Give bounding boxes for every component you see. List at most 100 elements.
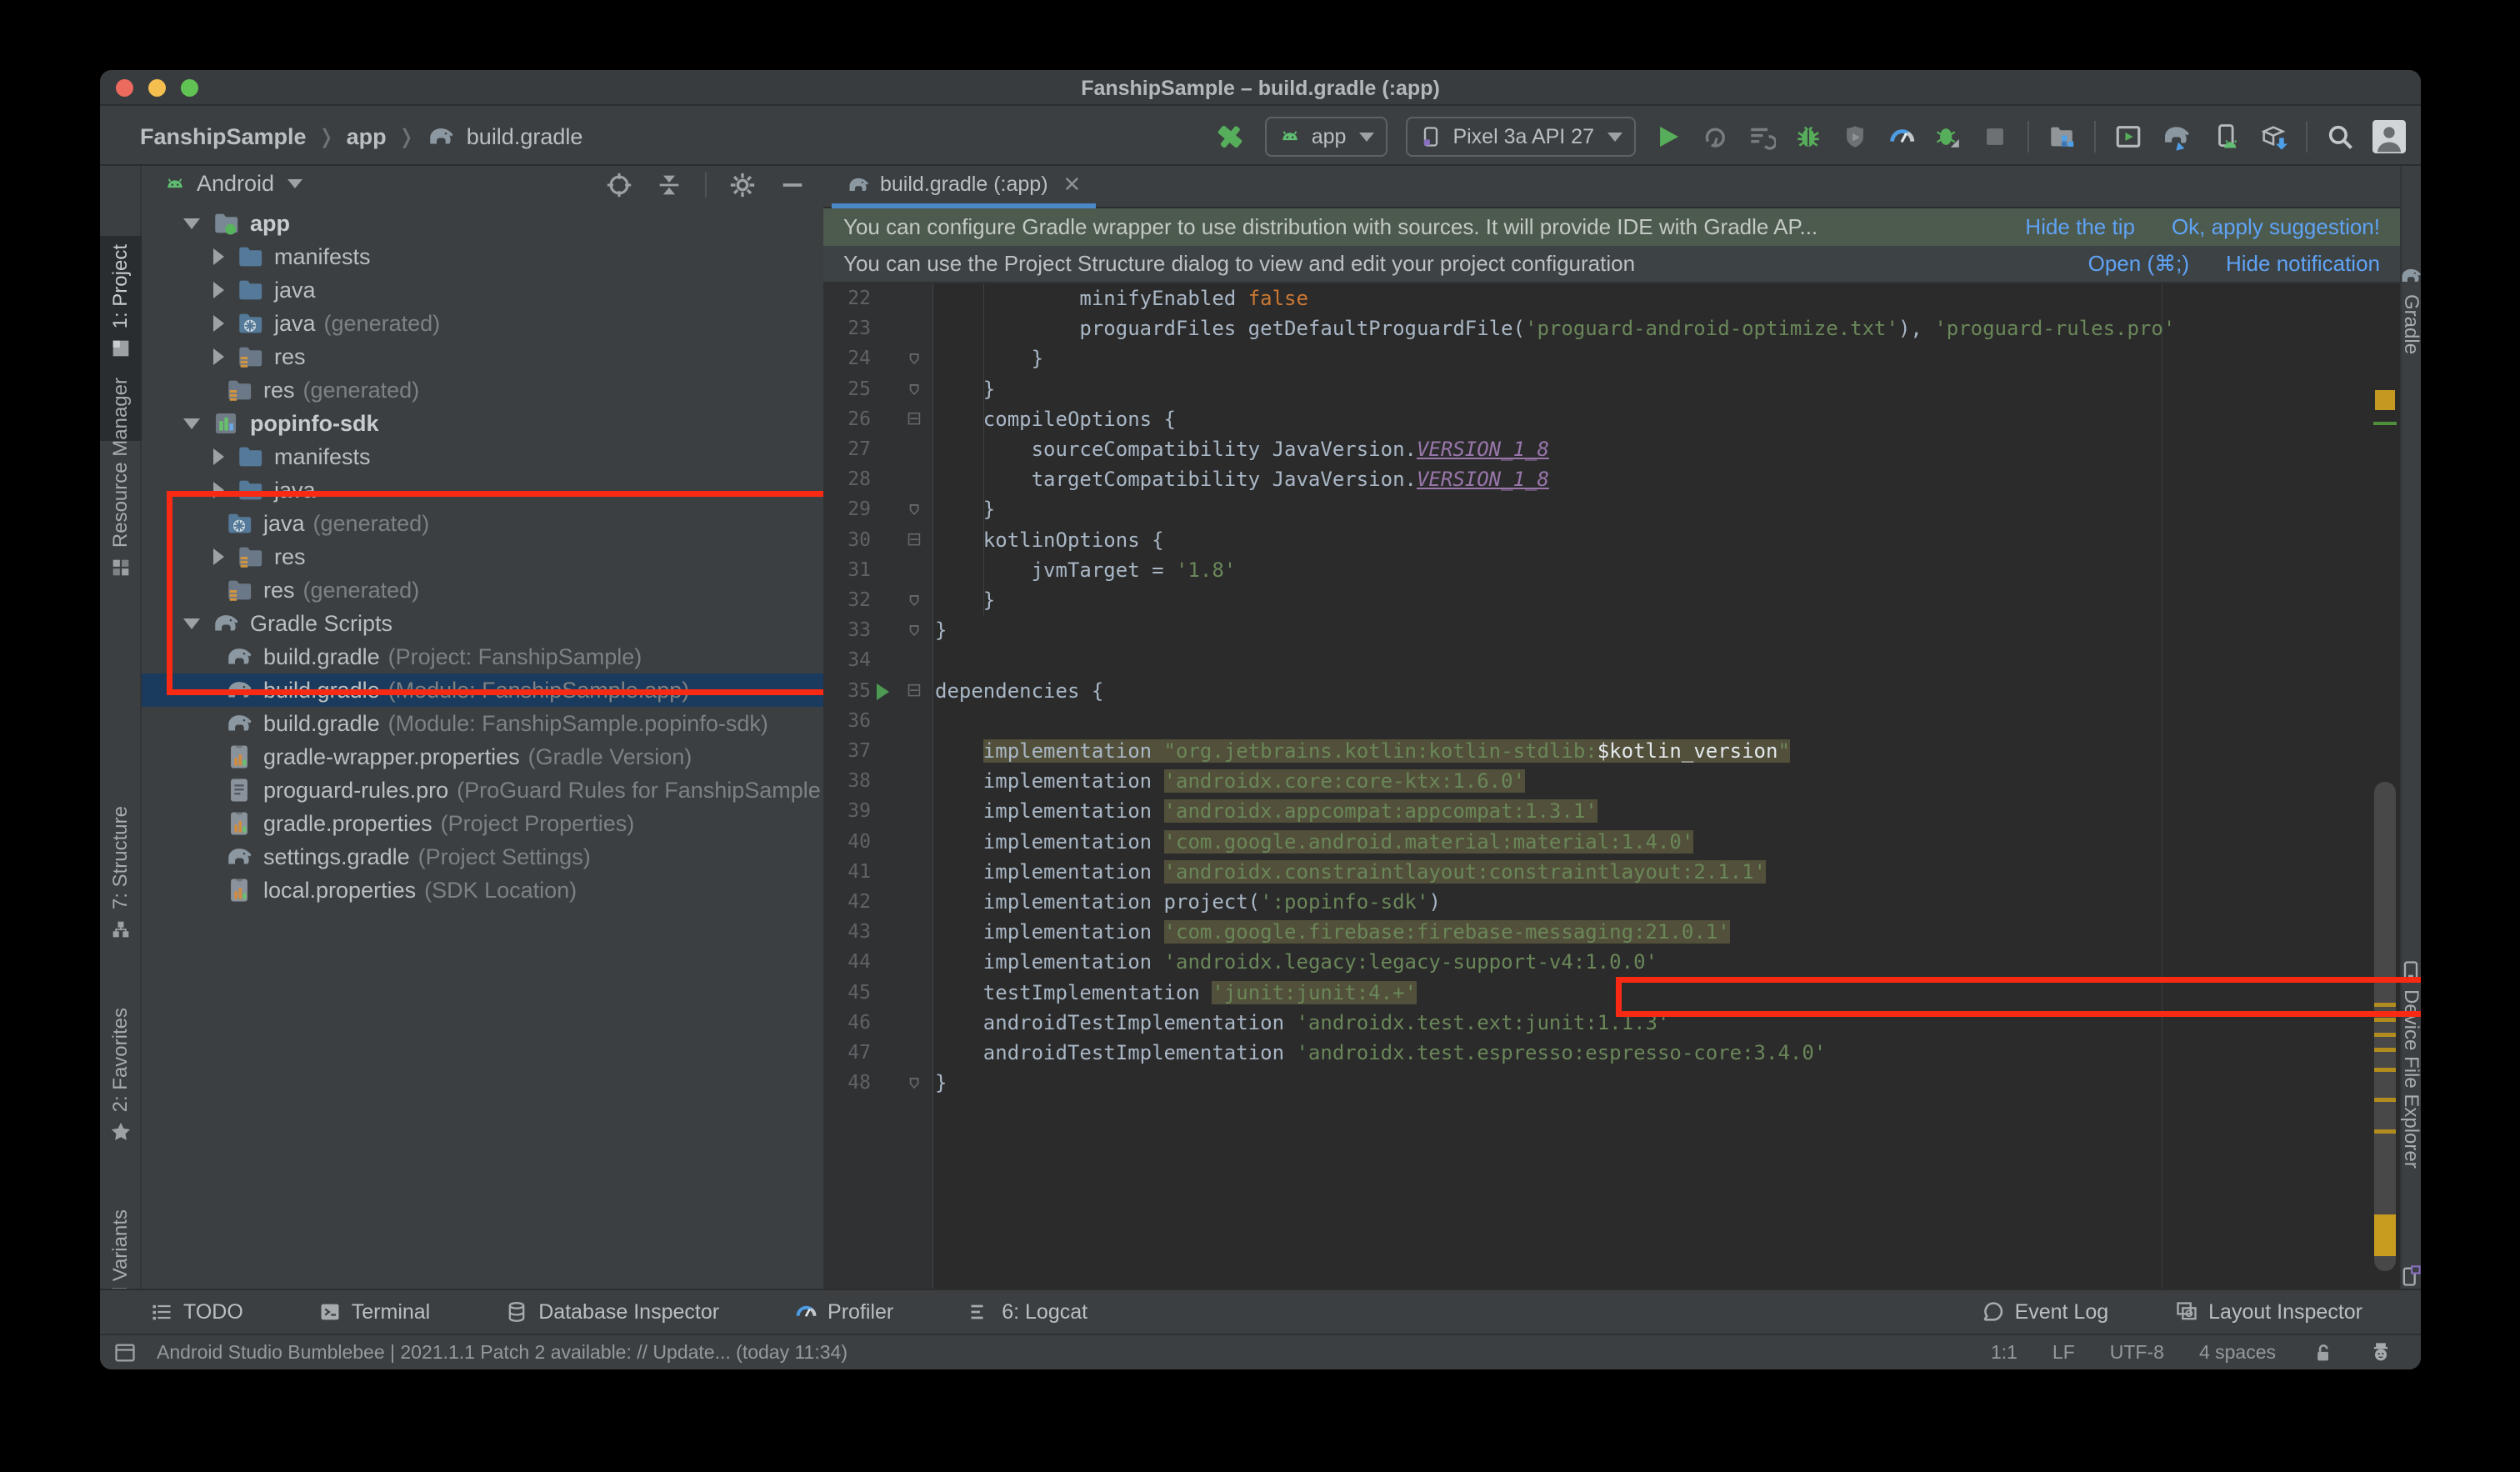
- attach-debugger-icon[interactable]: [1934, 123, 1962, 151]
- profile-avatar[interactable]: [2372, 120, 2406, 153]
- code-line-39[interactable]: 39 implementation 'androidx.appcompat:ap…: [823, 796, 2400, 826]
- tree-item-popinfo-sdk[interactable]: popinfo-sdk: [142, 407, 823, 440]
- code-line-31[interactable]: 31 jvmTarget = '1.8': [823, 555, 2400, 585]
- hide-the-tip-link[interactable]: Hide the tip: [2025, 214, 2135, 240]
- tree-item-res[interactable]: res(generated): [142, 373, 823, 407]
- gear-icon[interactable]: [728, 171, 757, 199]
- tree-item-gradle-wrapper-properties[interactable]: gradle-wrapper.properties(Gradle Version…: [142, 740, 823, 774]
- debug-button[interactable]: [1794, 123, 1822, 151]
- expand-arrow-icon[interactable]: [213, 282, 224, 298]
- code-line-40[interactable]: 40 implementation 'com.google.android.ma…: [823, 827, 2400, 857]
- collapse-arrow-icon[interactable]: [183, 418, 200, 429]
- code-line-44[interactable]: 44 implementation 'androidx.legacy:legac…: [823, 947, 2400, 977]
- tab-logcat[interactable]: 6: Logcat: [968, 1300, 1088, 1324]
- fold-marker-icon[interactable]: ⌂: [903, 343, 925, 373]
- code-line-42[interactable]: 42 implementation project(':popinfo-sdk'…: [823, 887, 2400, 917]
- code-line-37[interactable]: 37 implementation "org.jetbrains.kotlin:…: [823, 736, 2400, 766]
- tree-item-manifests[interactable]: manifests: [142, 440, 823, 473]
- device-manager-icon[interactable]: [2212, 123, 2241, 151]
- code-line-23[interactable]: 23 proguardFiles getDefaultProguardFile(…: [823, 313, 2400, 343]
- code-line-30[interactable]: 30⊟ kotlinOptions {: [823, 525, 2400, 555]
- run-gutter-icon[interactable]: [877, 683, 889, 700]
- layout-inspector-run-icon[interactable]: [2114, 123, 2142, 151]
- code-line-29[interactable]: 29⌂ }: [823, 494, 2400, 524]
- sdk-manager-icon[interactable]: [2259, 123, 2288, 151]
- tree-item-settings-gradle[interactable]: settings.gradle(Project Settings): [142, 840, 823, 874]
- breadcrumb-file[interactable]: build.gradle: [467, 124, 583, 150]
- collapse-arrow-icon[interactable]: [183, 218, 200, 229]
- expand-arrow-icon[interactable]: [213, 315, 224, 332]
- code-line-43[interactable]: 43 implementation 'com.google.firebase:f…: [823, 917, 2400, 947]
- code-line-48[interactable]: 48⌂}: [823, 1068, 2400, 1098]
- tab-terminal[interactable]: Terminal: [318, 1300, 430, 1324]
- search-icon[interactable]: [2326, 123, 2354, 151]
- tree-item-app[interactable]: app: [142, 207, 823, 240]
- breadcrumb-project[interactable]: FanshipSample: [140, 124, 307, 150]
- tree-item-java[interactable]: java(generated): [142, 307, 823, 340]
- sidebar-tab-2-favorites[interactable]: 2: Favorites: [100, 999, 142, 1191]
- fold-marker-icon[interactable]: ⊟: [903, 525, 925, 555]
- hide-notification-link[interactable]: Hide notification: [2226, 251, 2380, 277]
- sidebar-tab-7-structure[interactable]: 7: Structure: [100, 798, 142, 989]
- tab-profiler[interactable]: Profiler: [794, 1300, 893, 1324]
- code-line-32[interactable]: 32⌂ }: [823, 585, 2400, 615]
- tree-item-res[interactable]: res: [142, 340, 823, 373]
- expand-arrow-icon[interactable]: [213, 348, 224, 365]
- code-line-38[interactable]: 38 implementation 'androidx.core:core-kt…: [823, 766, 2400, 796]
- fold-marker-icon[interactable]: ⌂: [903, 1068, 925, 1098]
- run-button[interactable]: [1654, 123, 1682, 151]
- status-message[interactable]: Android Studio Bumblebee | 2021.1.1 Patc…: [157, 1341, 848, 1364]
- gradle-daemon-icon[interactable]: [2369, 1341, 2392, 1364]
- code-line-25[interactable]: 25⌂ }: [823, 374, 2400, 404]
- stop-button[interactable]: [1981, 123, 2009, 151]
- apply-code-changes-icon[interactable]: [1748, 123, 1776, 151]
- code-line-28[interactable]: 28 targetCompatibility JavaVersion.VERSI…: [823, 464, 2400, 494]
- tree-item-manifests[interactable]: manifests: [142, 240, 823, 273]
- profile-button[interactable]: [1888, 123, 1916, 151]
- code-line-34[interactable]: 34: [823, 645, 2400, 675]
- code-line-27[interactable]: 27 sourceCompatibility JavaVersion.VERSI…: [823, 434, 2400, 464]
- code-line-24[interactable]: 24⌂ }: [823, 343, 2400, 373]
- lock-icon[interactable]: [2311, 1341, 2334, 1364]
- tree-item-java[interactable]: java: [142, 273, 823, 307]
- caret-position[interactable]: 1:1: [1991, 1341, 2018, 1364]
- apply-changes-icon[interactable]: [1701, 123, 1729, 151]
- open-project-structure-link[interactable]: Open (⌘;): [2088, 251, 2189, 277]
- project-view-selector[interactable]: Android: [163, 171, 302, 197]
- apply-suggestion-link[interactable]: Ok, apply suggestion!: [2172, 214, 2380, 240]
- editor-tab[interactable]: build.gradle (:app) ✕: [832, 166, 1096, 208]
- close-icon[interactable]: ✕: [1063, 172, 1082, 198]
- file-encoding[interactable]: UTF-8: [2110, 1341, 2164, 1364]
- fold-marker-icon[interactable]: ⌂: [903, 374, 925, 404]
- sidebar-tab-gradle[interactable]: Gradle: [2391, 264, 2421, 354]
- code-viewport[interactable]: 22 minifyEnabled false23 proguardFiles g…: [823, 283, 2400, 1289]
- fold-marker-icon[interactable]: ⌂: [903, 585, 925, 615]
- window-icon[interactable]: [113, 1341, 137, 1364]
- code-line-22[interactable]: 22 minifyEnabled false: [823, 283, 2400, 313]
- inspection-warning-square[interactable]: [2375, 390, 2395, 410]
- expand-arrow-icon[interactable]: [213, 248, 224, 265]
- fold-marker-icon[interactable]: ⊟: [903, 404, 925, 434]
- fold-marker-icon[interactable]: ⊟: [903, 676, 925, 706]
- expand-arrow-icon[interactable]: [213, 448, 224, 465]
- run-config-dropdown[interactable]: app: [1265, 117, 1388, 157]
- gradle-sync-icon[interactable]: [2161, 120, 2194, 153]
- tab-database-inspector[interactable]: Database Inspector: [505, 1300, 719, 1324]
- tree-item-build-gradle[interactable]: build.gradle(Module: FanshipSample.popin…: [142, 707, 823, 740]
- breadcrumb-module[interactable]: app: [347, 124, 387, 150]
- collapse-all-icon[interactable]: [655, 171, 683, 199]
- sidebar-tab-resource-manager[interactable]: Resource Manager: [100, 369, 142, 636]
- tab-layout-inspector[interactable]: Layout Inspector: [2175, 1300, 2362, 1324]
- device-dropdown[interactable]: Pixel 3a API 27: [1406, 117, 1636, 157]
- fold-marker-icon[interactable]: ⌂: [903, 615, 925, 645]
- indent-setting[interactable]: 4 spaces: [2199, 1341, 2276, 1364]
- line-ending[interactable]: LF: [2052, 1341, 2075, 1364]
- build-hammer-icon[interactable]: [1213, 120, 1247, 153]
- code-line-47[interactable]: 47 androidTestImplementation 'androidx.t…: [823, 1038, 2400, 1068]
- code-line-33[interactable]: 33⌂}: [823, 615, 2400, 645]
- captures-icon[interactable]: [2048, 123, 2076, 151]
- tree-item-gradle-properties[interactable]: gradle.properties(Project Properties): [142, 807, 823, 840]
- run-coverage-icon[interactable]: [1841, 123, 1869, 151]
- tree-item-proguard-rules-pro[interactable]: proguard-rules.pro(ProGuard Rules for Fa…: [142, 774, 823, 807]
- code-line-41[interactable]: 41 implementation 'androidx.constraintla…: [823, 857, 2400, 887]
